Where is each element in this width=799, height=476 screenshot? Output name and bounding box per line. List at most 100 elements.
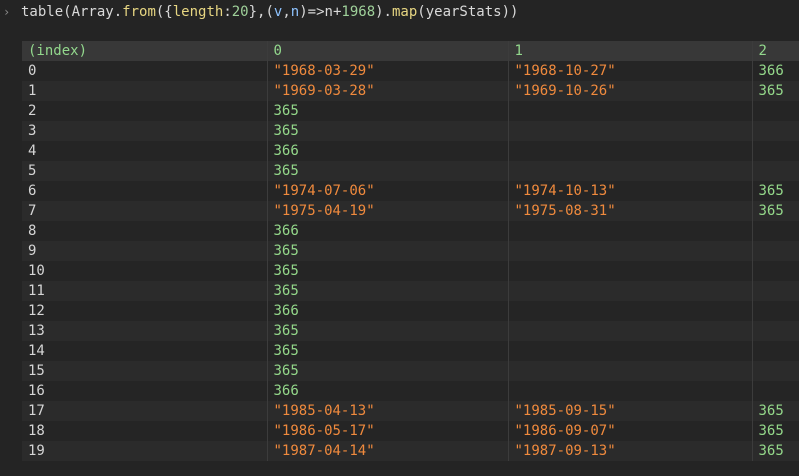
row-col-1-cell: "1969-10-26" — [507, 81, 752, 101]
row-col-0-cell: "1975-04-19" — [266, 201, 508, 221]
table-row: 1 "1969-03-28" "1969-10-26" 365 — [22, 81, 799, 101]
table-row: 16 366 — [22, 381, 799, 401]
console-table-wrapper: (index) 0 1 2 0 "1968-03-29" "1968-10-27… — [22, 41, 799, 471]
row-col-0-cell: 365 — [266, 261, 508, 281]
row-col-0-cell: 366 — [266, 381, 508, 401]
row-col-1-cell — [507, 121, 752, 141]
table-row: 14 365 — [22, 341, 799, 361]
row-col-0-cell: "1974-07-06" — [266, 181, 508, 201]
row-index-cell: 0 — [28, 63, 37, 79]
header-col-1[interactable]: 1 — [507, 41, 752, 61]
row-index-cell: 2 — [28, 103, 37, 119]
command-arrow: => — [307, 4, 325, 20]
command-length-value: 20 — [231, 4, 249, 20]
row-col-2-cell — [751, 361, 799, 381]
row-col-2-cell — [751, 341, 799, 361]
row-index-cell: 13 — [28, 323, 45, 339]
row-col-0-cell: 366 — [266, 221, 508, 241]
row-col-1-cell: "1974-10-13" — [507, 181, 752, 201]
row-col-0-cell: 366 — [266, 301, 508, 321]
row-index-cell: 7 — [28, 203, 37, 219]
command-base: 1968 — [341, 4, 376, 20]
row-col-1-cell: "1986-09-07" — [507, 421, 752, 441]
header-col-2[interactable]: 2 — [751, 41, 799, 61]
table-row: 12 366 — [22, 301, 799, 321]
row-col-0-cell: "1987-04-14" — [266, 441, 508, 461]
table-row: 3 365 — [22, 121, 799, 141]
row-col-2-cell — [751, 381, 799, 401]
row-col-1-cell — [507, 221, 752, 241]
command-map: map — [391, 4, 418, 20]
command-v: v — [273, 4, 283, 20]
command-open-param: ( — [265, 4, 274, 20]
row-index-cell: 5 — [28, 163, 37, 179]
row-index-cell: 3 — [28, 123, 37, 139]
command-close-from: ). — [375, 4, 392, 20]
console-panel: › table(Array. from({length: 20}, (v, n) =… — [0, 0, 799, 476]
command-close-obj: } — [248, 4, 258, 20]
row-col-0-cell: "1985-04-13" — [266, 401, 508, 421]
row-col-2-cell — [751, 121, 799, 141]
table-row: 19 "1987-04-14" "1987-09-13" 365 — [22, 441, 799, 461]
command-length-key: length — [172, 4, 224, 20]
row-col-2-cell — [751, 161, 799, 181]
row-index-cell: 15 — [28, 363, 45, 379]
table-row: 4 366 — [22, 141, 799, 161]
command-n: n — [290, 4, 300, 20]
row-col-1-cell — [507, 361, 752, 381]
row-index-cell: 1 — [28, 83, 37, 99]
table-row: 15 365 — [22, 361, 799, 381]
row-index-cell: 8 — [28, 223, 37, 239]
table-row: 5 365 — [22, 161, 799, 181]
table-row: 0 "1968-03-29" "1968-10-27" 366 — [22, 61, 799, 81]
command-suffix: (yearStats)) — [417, 4, 519, 20]
table-row: 10 365 — [22, 261, 799, 281]
console-input-line[interactable]: › table(Array. from({length: 20}, (v, n) =… — [0, 0, 799, 24]
row-col-2-cell: 365 — [751, 441, 799, 461]
row-col-2-cell — [751, 241, 799, 261]
row-col-2-cell: 365 — [751, 401, 799, 421]
row-col-2-cell: 365 — [751, 201, 799, 221]
row-col-1-cell: "1985-09-15" — [507, 401, 752, 421]
command-close-param: ) — [299, 4, 308, 20]
row-col-0-cell: "1969-03-28" — [266, 81, 508, 101]
row-col-1-cell — [507, 321, 752, 341]
table-row: 2 365 — [22, 101, 799, 121]
row-col-0-cell: 365 — [266, 121, 508, 141]
table-row: 6 "1974-07-06" "1974-10-13" 365 — [22, 181, 799, 201]
row-col-2-cell — [751, 261, 799, 281]
row-col-1-cell — [507, 381, 752, 401]
row-col-0-cell: 365 — [266, 321, 508, 341]
row-index-cell: 6 — [28, 183, 37, 199]
header-index[interactable]: (index) — [22, 41, 267, 61]
header-col-0[interactable]: 0 — [266, 41, 508, 61]
row-col-0-cell: 365 — [266, 241, 508, 261]
command-plus: + — [332, 4, 342, 20]
table-row: 17 "1985-04-13" "1985-09-15" 365 — [22, 401, 799, 421]
row-col-0-cell: 365 — [266, 281, 508, 301]
table-row: 18 "1986-05-17" "1986-09-07" 365 — [22, 421, 799, 441]
prompt-chevron-icon: › — [3, 5, 11, 19]
row-col-2-cell: 365 — [751, 181, 799, 201]
row-col-2-cell: 366 — [751, 61, 799, 81]
command-comma: , — [257, 4, 266, 20]
row-col-1-cell — [507, 101, 752, 121]
row-col-2-cell — [751, 321, 799, 341]
row-col-2-cell: 365 — [751, 81, 799, 101]
row-col-2-cell: 365 — [751, 421, 799, 441]
command-from: from — [122, 4, 156, 20]
row-index-cell: 11 — [28, 283, 45, 299]
row-col-1-cell: "1975-08-31" — [507, 201, 752, 221]
row-col-1-cell — [507, 301, 752, 321]
row-col-2-cell — [751, 221, 799, 241]
row-col-1-cell: "1968-10-27" — [507, 61, 752, 81]
row-col-1-cell — [507, 161, 752, 181]
row-index-cell: 18 — [28, 423, 45, 439]
row-index-cell: 19 — [28, 443, 45, 459]
row-col-0-cell: 365 — [266, 101, 508, 121]
command-comma-2: , — [282, 4, 291, 20]
row-col-0-cell: 365 — [266, 361, 508, 381]
table-row: 13 365 — [22, 321, 799, 341]
table-row: 7 "1975-04-19" "1975-08-31" 365 — [22, 201, 799, 221]
row-index-cell: 4 — [28, 143, 37, 159]
